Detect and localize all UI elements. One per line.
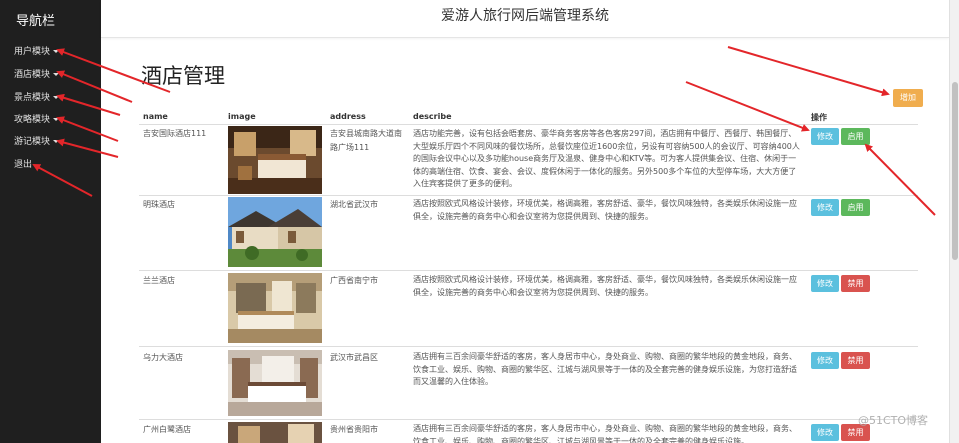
sidebar-item-label: 攻略模块 — [14, 115, 51, 125]
column-header-image: image — [228, 112, 256, 121]
annotation-arrow — [864, 143, 936, 216]
hotel-address: 广西省南宁市 — [330, 276, 378, 285]
annotation-arrow — [727, 46, 890, 97]
hotel-name: 明珠酒店 — [143, 200, 175, 209]
hotel-address: 湖北省武汉市 — [330, 200, 378, 209]
sidebar-item-label: 酒店模块 — [14, 70, 51, 80]
disable-button[interactable]: 禁用 — [841, 352, 870, 369]
hotel-address: 贵州省贵阳市 — [330, 425, 378, 434]
column-header-describe: describe — [413, 112, 452, 121]
hotel-name: 兰兰酒店 — [143, 276, 175, 285]
hotel-name: 吉安国际酒店111 — [143, 129, 207, 138]
enable-button[interactable]: 启用 — [841, 128, 870, 145]
row-divider — [139, 270, 918, 271]
table-header-divider — [139, 124, 918, 125]
edit-button[interactable]: 修改 — [811, 424, 839, 441]
add-hotel-button[interactable]: 增加 — [893, 89, 923, 107]
caret-down-icon — [53, 73, 60, 76]
sidebar-item-user[interactable]: 用户模块 — [14, 44, 60, 57]
row-divider — [139, 419, 918, 420]
top-header: 爱游人旅行网后端管理系统 — [101, 0, 949, 38]
column-header-actions: 操作 — [811, 113, 827, 122]
hotel-address: 吉安县城南路大道南路广场111 — [330, 129, 402, 152]
sidebar-item-guide[interactable]: 攻略模块 — [14, 112, 60, 125]
hotel-description: 酒店功能完善，设有包括会晤套房、豪华商务客房等各色客房297间，酒店拥有中餐厅、… — [413, 129, 800, 188]
caret-down-icon — [53, 118, 60, 121]
column-header-address: address — [330, 112, 366, 121]
annotation-arrow — [685, 81, 810, 132]
hotel-description: 酒店拥有三百余间豪华舒适的客房，客人身居市中心，身处商业、购物、商圈的繁华地段的… — [413, 424, 797, 443]
disable-button[interactable]: 禁用 — [841, 275, 870, 292]
caret-down-icon — [53, 96, 60, 99]
edit-button[interactable]: 修改 — [811, 128, 839, 145]
system-title: 爱游人旅行网后端管理系统 — [441, 8, 609, 24]
sidebar-item-label: 退出 — [14, 160, 33, 170]
edit-button[interactable]: 修改 — [811, 199, 839, 216]
hotel-description: 酒店拥有三百余间豪华舒适的客房，客人身居市中心，身处商业、购物、商圈的繁华地段的… — [413, 352, 797, 386]
column-header-name: name — [143, 112, 168, 121]
sidebar-item-label: 游记模块 — [14, 137, 51, 147]
caret-down-icon — [53, 50, 60, 53]
sidebar-item-logout[interactable]: 退出 — [14, 157, 32, 170]
sidebar-title: 导航栏 — [16, 14, 56, 29]
sidebar-item-hotel[interactable]: 酒店模块 — [14, 67, 60, 80]
sidebar: 导航栏 用户模块 酒店模块 景点模块 攻略模块 游记模块 退出 — [0, 0, 101, 443]
hotel-name: 乌力大酒店 — [143, 353, 183, 362]
hotel-description: 酒店按照欧式风格设计装修，环境优美，格调高雅，客房舒适、豪华，餐饮风味独特，各类… — [413, 275, 797, 297]
sidebar-item-label: 景点模块 — [14, 93, 51, 103]
row-divider — [139, 195, 918, 196]
row-divider — [139, 346, 918, 347]
sidebar-item-scenic[interactable]: 景点模块 — [14, 90, 60, 103]
sidebar-item-travelogue[interactable]: 游记模块 — [14, 134, 60, 147]
vertical-scrollbar[interactable] — [949, 0, 959, 443]
watermark: @51CTO博客 — [858, 414, 929, 427]
hotel-name: 广州白鹭酒店 — [143, 425, 191, 434]
scrollbar-thumb[interactable] — [952, 82, 958, 260]
hotel-image — [228, 273, 322, 343]
edit-button[interactable]: 修改 — [811, 275, 839, 292]
hotel-image — [228, 422, 322, 443]
hotel-address: 武汉市武昌区 — [330, 353, 378, 362]
enable-button[interactable]: 启用 — [841, 199, 870, 216]
caret-down-icon — [53, 140, 60, 143]
hotel-image — [228, 350, 322, 416]
page-title: 酒店管理 — [141, 64, 225, 88]
hotel-image — [228, 197, 322, 267]
hotel-image — [228, 126, 322, 194]
hotel-description: 酒店按照欧式风格设计装修，环境优美，格调高雅，客房舒适、豪华，餐饮风味独特，各类… — [413, 199, 797, 221]
sidebar-item-label: 用户模块 — [14, 47, 51, 57]
edit-button[interactable]: 修改 — [811, 352, 839, 369]
